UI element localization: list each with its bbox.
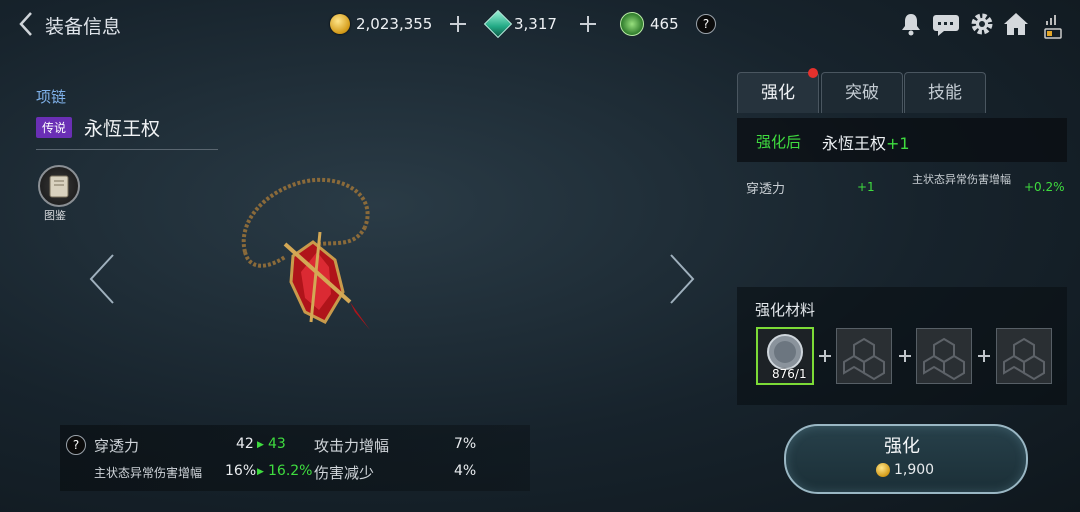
after-enhance-label: 强化后 — [756, 133, 802, 151]
necklace-image — [225, 172, 385, 337]
stats-help-button[interactable]: ? — [66, 435, 86, 455]
gem-currency: 3,317 — [483, 9, 557, 39]
stat-label-dmg-reduction: 伤害减少 — [314, 464, 375, 482]
cube-icon — [923, 337, 965, 381]
home-icon[interactable] — [1003, 11, 1029, 37]
stat-from-status-dmg: 16% — [225, 463, 257, 479]
crystal-amount: 465 — [650, 15, 679, 33]
enhance-button-label: 强化 — [884, 436, 920, 457]
enhance-level: +1 — [886, 134, 910, 153]
increase-arrow-icon: ▶ — [257, 467, 264, 477]
enhance-cost-value: 1,900 — [894, 462, 935, 478]
bonus-value-status-dmg: +0.2% — [1024, 180, 1065, 194]
plus-icon — [819, 350, 831, 362]
stat-value-dmg-reduction: 4% — [454, 463, 477, 479]
currency-help-button[interactable]: ? — [696, 14, 716, 34]
notification-dot — [808, 68, 818, 78]
material-count: 876/1 — [772, 367, 807, 381]
stat-to-penetration: 43 — [268, 436, 286, 452]
gold-amount: 2,023,355 — [356, 15, 433, 33]
gem-amount: 3,317 — [514, 15, 557, 33]
stat-label-penetration: 穿透力 — [94, 437, 140, 455]
tab-breakthrough[interactable]: 突破 — [821, 72, 903, 113]
material-slot-empty[interactable] — [996, 328, 1052, 384]
increase-arrow-icon: ▶ — [257, 440, 264, 450]
next-item-button[interactable] — [666, 253, 696, 305]
chevron-right-icon — [670, 254, 695, 304]
bonus-label-status-dmg: 主状态异常伤害增幅 — [912, 173, 1011, 186]
stat-to-status-dmg: 16.2% — [268, 463, 313, 479]
signal-battery-icon — [1043, 11, 1063, 41]
green-gem-icon — [483, 9, 513, 39]
enhance-cost: 1,900 — [876, 462, 934, 478]
cube-icon — [843, 337, 885, 381]
material-slot-filled[interactable]: 876/1 — [756, 327, 814, 385]
enhanced-item-name: 永恆王权+1 — [822, 130, 910, 154]
chat-icon[interactable] — [932, 11, 960, 37]
material-slot-empty[interactable] — [836, 328, 892, 384]
gold-coin-icon — [330, 14, 350, 34]
stat-label-status-dmg: 主状态异常伤害增幅 — [94, 466, 203, 480]
previous-item-button[interactable] — [88, 253, 118, 305]
green-crystal-icon — [620, 12, 644, 36]
rarity-badge: 传说 — [36, 117, 73, 138]
stat-from-penetration: 42 — [236, 436, 254, 452]
chevron-left-icon — [19, 12, 32, 36]
tab-skills[interactable]: 技能 — [904, 72, 986, 113]
page-title: 装备信息 — [45, 16, 122, 38]
bonus-value-penetration: +1 — [857, 180, 875, 194]
back-button[interactable] — [14, 10, 38, 38]
item-name: 永恆王权 — [84, 118, 161, 140]
divider — [36, 149, 218, 150]
add-gold-button[interactable] — [449, 15, 467, 33]
stat-label-attack-boost: 攻击力增幅 — [314, 437, 390, 455]
enhanced-item-name-text: 永恆王权 — [822, 134, 887, 153]
book-icon — [49, 175, 69, 198]
tab-enhance[interactable]: 强化 — [737, 72, 819, 113]
bonus-label-penetration: 穿透力 — [746, 182, 786, 197]
stat-value-attack-boost: 7% — [454, 436, 477, 452]
chevron-left-icon — [89, 254, 114, 304]
gold-coin-icon — [876, 463, 890, 477]
item-category: 项链 — [36, 88, 67, 106]
crystal-currency: 465 — [620, 12, 679, 36]
material-slot-empty[interactable] — [916, 328, 972, 384]
codex-button[interactable] — [38, 165, 80, 207]
add-gem-button[interactable] — [579, 15, 597, 33]
cube-icon — [1003, 337, 1045, 381]
materials-title: 强化材料 — [755, 301, 816, 319]
gear-icon[interactable] — [969, 11, 995, 37]
gold-currency: 2,023,355 — [330, 12, 432, 36]
bell-icon[interactable] — [898, 11, 924, 37]
plus-icon — [978, 350, 990, 362]
plus-icon — [899, 350, 911, 362]
codex-label: 图鉴 — [44, 209, 66, 222]
